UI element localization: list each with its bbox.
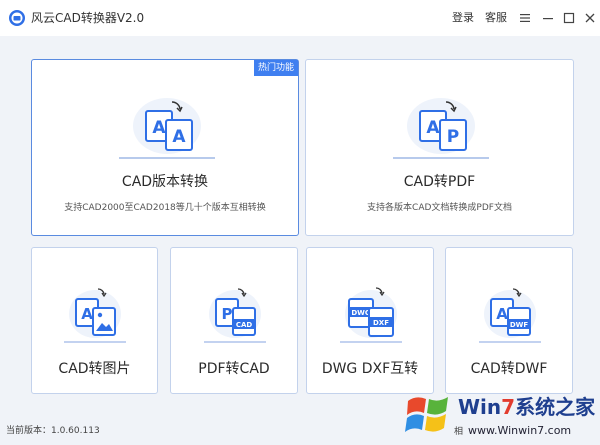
app-window: 风云CAD转换器V2.0 登录 客服 热门功能 A A CAD版本转换 支持CA… xyxy=(0,0,600,445)
svg-text:P: P xyxy=(447,127,459,147)
windows-flag-icon xyxy=(405,397,448,432)
partial-text: 相 xyxy=(454,427,464,437)
card-pdf-to-cad[interactable]: P CAD PDF转CAD xyxy=(170,247,298,394)
watermark-brand-win: Win xyxy=(458,395,502,419)
cad-to-pdf-icon: A P xyxy=(393,98,489,159)
maximize-icon[interactable] xyxy=(562,11,576,25)
card-title: CAD转PDF xyxy=(403,174,476,190)
app-title: 风云CAD转换器V2.0 xyxy=(31,11,145,25)
dwg-tag: DWG xyxy=(351,309,371,317)
card-cad-to-dwf[interactable]: A DWF CAD转DWF xyxy=(445,247,573,394)
pdf-to-cad-icon: P CAD xyxy=(204,288,266,343)
card-cad-to-image[interactable]: A CAD转图片 xyxy=(31,247,158,394)
card-description: 支持各版本CAD文档转换成PDF文档 xyxy=(367,203,512,213)
cad-version-convert-icon: A A xyxy=(119,98,215,159)
svg-text:A: A xyxy=(426,118,440,138)
card-dwg-dxf-convert[interactable]: DWG DXF DWG DXF互转 xyxy=(306,247,434,394)
svg-text:A: A xyxy=(152,118,166,138)
login-link[interactable]: 登录 xyxy=(452,11,474,25)
card-title: CAD版本转换 xyxy=(121,174,209,190)
card-title: DWG DXF互转 xyxy=(321,361,419,377)
title-bar: 风云CAD转换器V2.0 登录 客服 xyxy=(0,0,600,36)
svg-text:A: A xyxy=(172,127,186,147)
cad-tag: CAD xyxy=(236,321,253,329)
dxf-tag: DXF xyxy=(373,319,389,327)
minimize-icon[interactable] xyxy=(541,11,555,25)
card-cad-to-pdf[interactable]: A P CAD转PDF 支持各版本CAD文档转换成PDF文档 xyxy=(305,59,574,236)
card-title: PDF转CAD xyxy=(198,361,270,377)
card-title: CAD转图片 xyxy=(58,361,131,377)
cad-to-image-icon: A xyxy=(64,288,126,343)
cad-to-dwf-icon: A DWF xyxy=(479,288,541,343)
hot-feature-badge: 热门功能 xyxy=(254,60,298,76)
watermark-brand-7: 7 xyxy=(501,395,516,419)
card-description: 支持CAD2000至CAD2018等几十个版本互相转换 xyxy=(64,203,266,213)
close-icon[interactable] xyxy=(583,11,597,25)
watermark-brand-cn: 系统之家 xyxy=(515,395,596,419)
dwf-tag: DWF xyxy=(510,321,529,329)
service-link[interactable]: 客服 xyxy=(485,11,507,25)
watermark-brand: Win7系统之家 xyxy=(458,395,595,419)
svg-text:A: A xyxy=(496,305,508,323)
menu-icon[interactable] xyxy=(518,11,532,25)
dwg-dxf-convert-icon: DWG DXF xyxy=(340,287,402,343)
watermark-url: www.Winwin7.com xyxy=(468,424,572,437)
svg-text:P: P xyxy=(222,305,233,323)
card-cad-version-convert[interactable]: 热门功能 A A CAD版本转换 支持CAD2000至CAD2018等几十个版本… xyxy=(31,59,299,236)
app-logo-icon xyxy=(9,10,25,26)
version-status: 当前版本：1.0.60.113 xyxy=(6,426,100,436)
svg-text:A: A xyxy=(81,305,93,323)
card-title: CAD转DWF xyxy=(470,361,548,377)
watermark-logo: Win7系统之家 相 www.Winwin7.com xyxy=(402,381,600,445)
